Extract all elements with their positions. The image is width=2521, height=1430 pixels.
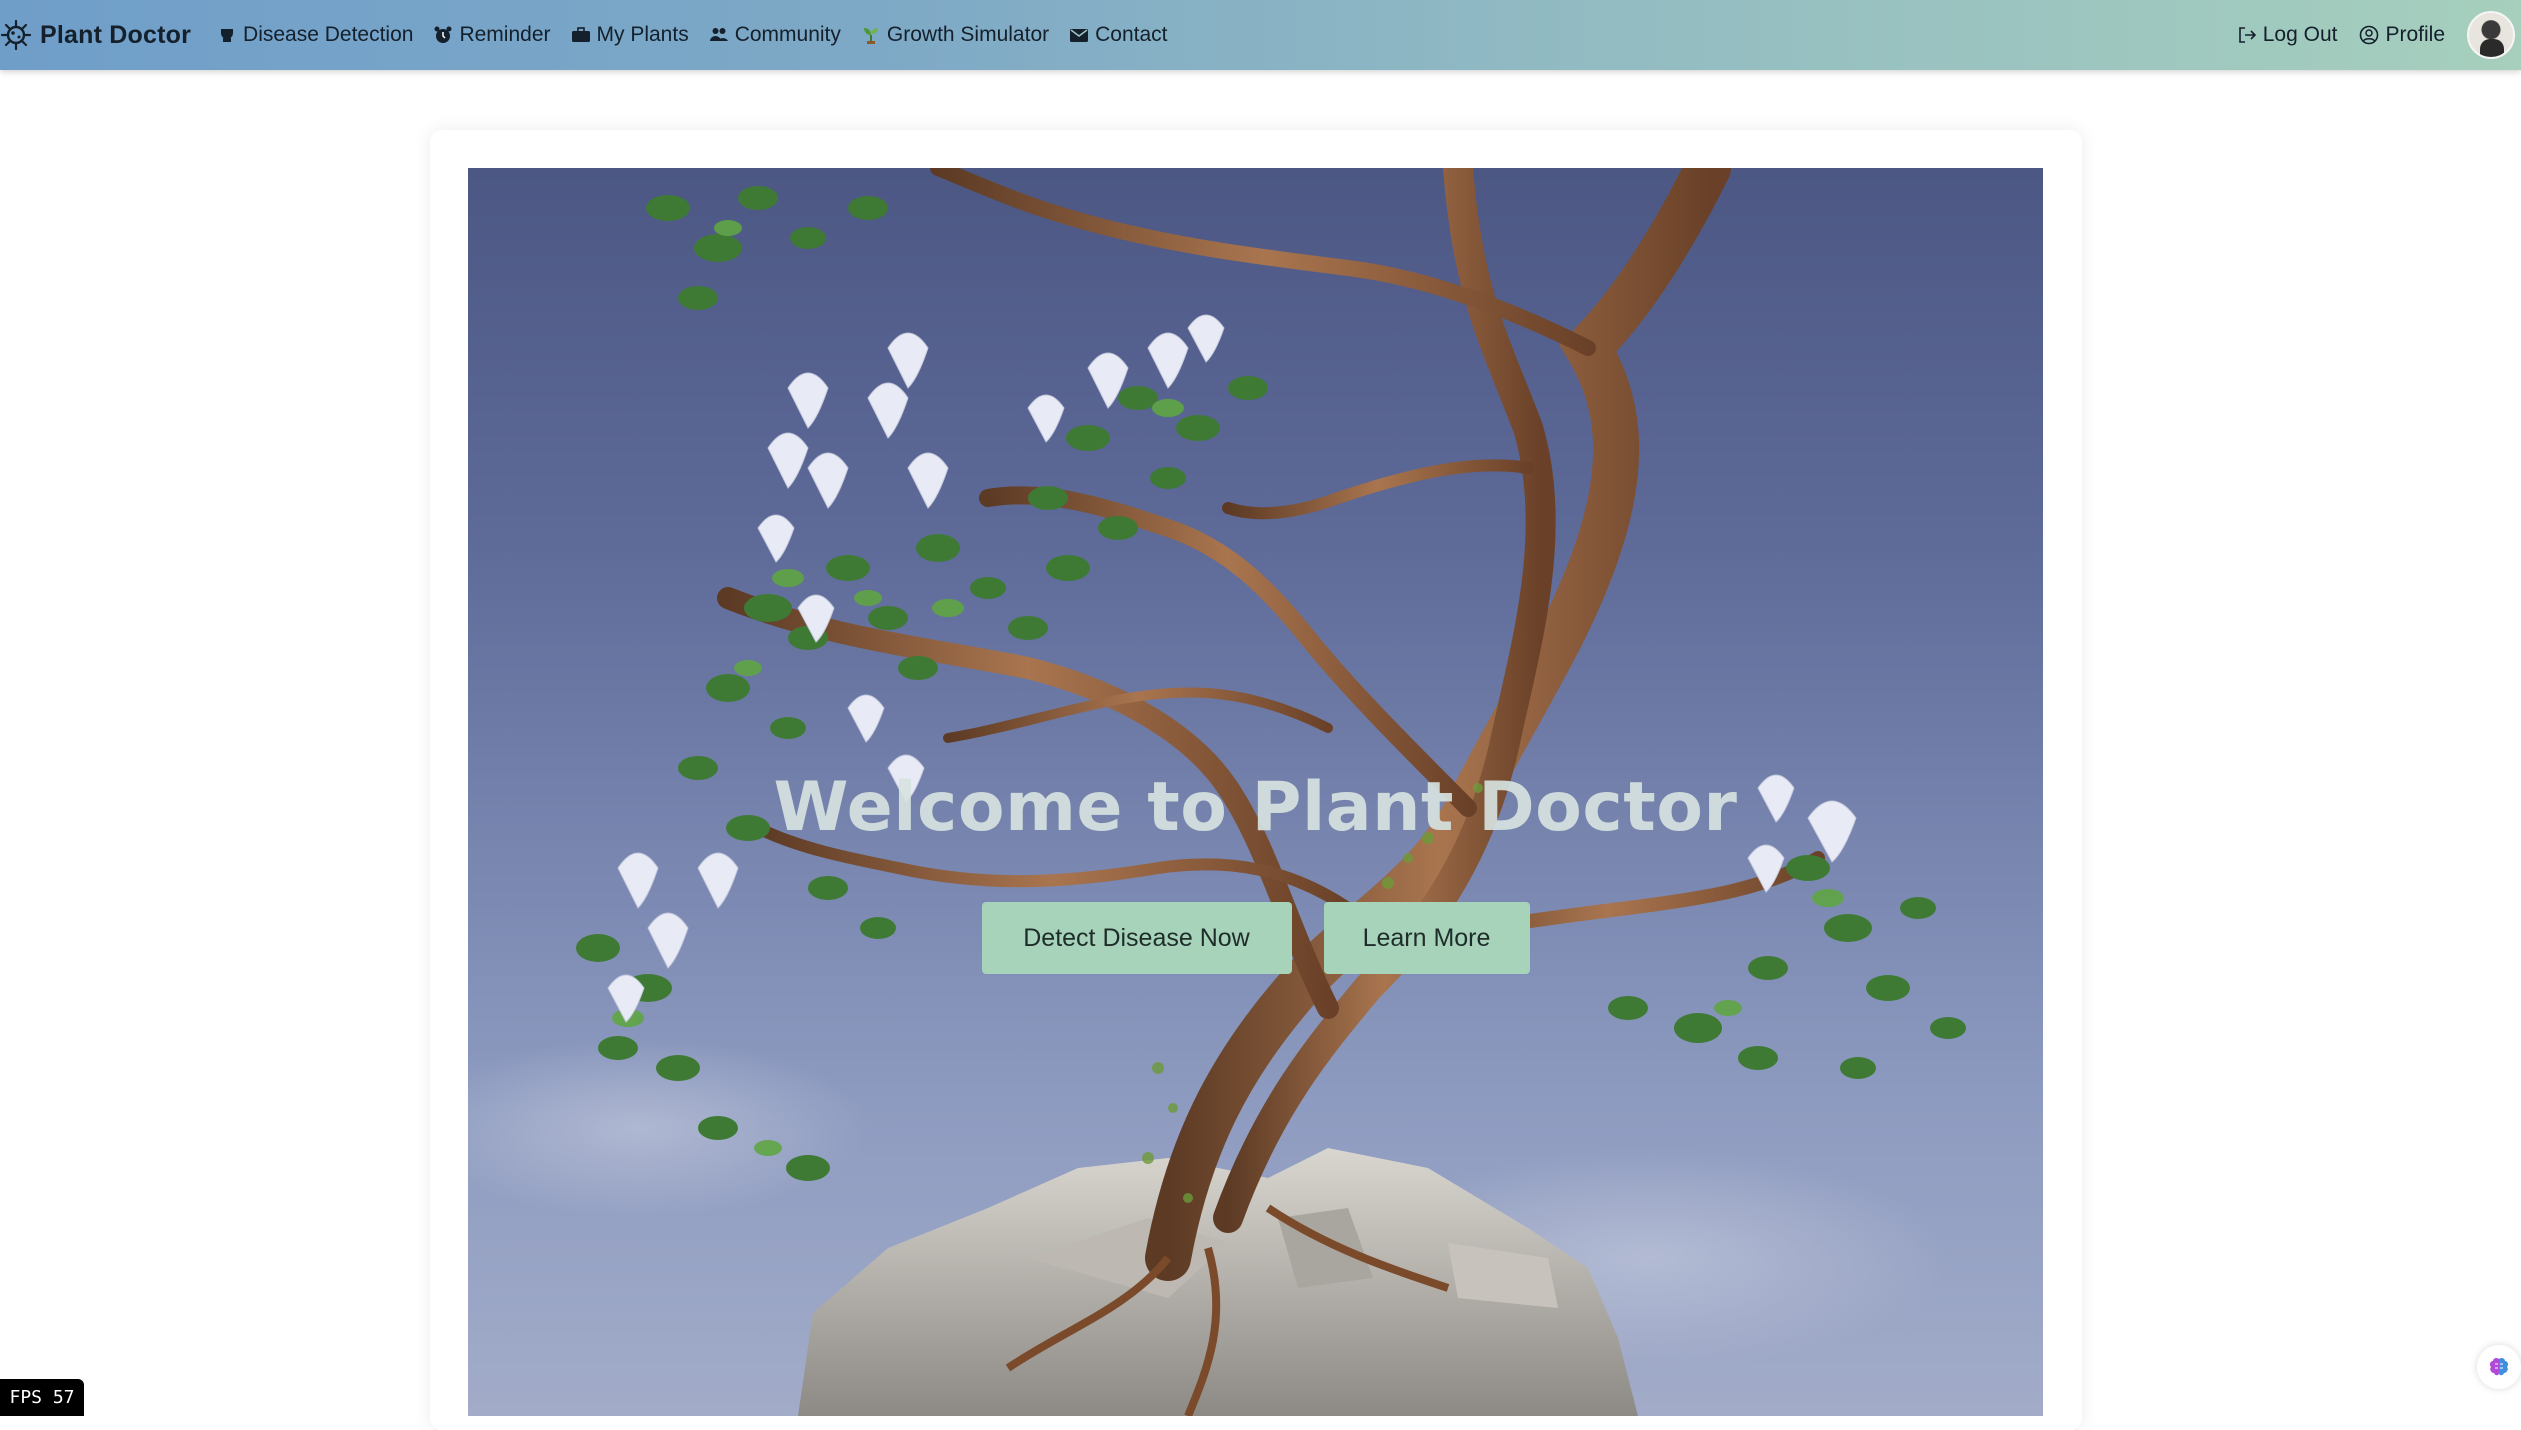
hero-banner: Welcome to Plant Doctor Detect Disease N… bbox=[468, 168, 2043, 1416]
detect-disease-button[interactable]: Detect Disease Now bbox=[981, 902, 1292, 974]
nav-my-plants[interactable]: My Plants bbox=[571, 0, 689, 70]
nav-label: Reminder bbox=[459, 23, 551, 46]
nav-contact[interactable]: Contact bbox=[1069, 0, 1168, 70]
nav-user-area: Log Out Profile bbox=[2237, 0, 2521, 70]
nav-links: Disease Detection Reminder My Plants Com… bbox=[221, 0, 1187, 70]
nav-community[interactable]: Community bbox=[709, 0, 841, 70]
envelope-icon bbox=[1070, 29, 1089, 42]
profile-label: Profile bbox=[2385, 23, 2445, 46]
brand-link[interactable]: Plant Doctor bbox=[0, 0, 191, 70]
fps-counter: FPS 57 bbox=[0, 1379, 84, 1416]
nav-label: Disease Detection bbox=[243, 23, 414, 46]
briefcase-icon bbox=[571, 27, 590, 42]
logout-link[interactable]: Log Out bbox=[2237, 0, 2338, 70]
nav-label: Contact bbox=[1095, 23, 1168, 46]
brain-icon bbox=[2489, 1357, 2509, 1376]
hero-actions: Detect Disease Now Learn More bbox=[468, 902, 2043, 974]
nav-reminder[interactable]: Reminder bbox=[433, 0, 551, 70]
logout-icon bbox=[2238, 27, 2256, 43]
nav-disease-detection[interactable]: Disease Detection bbox=[217, 0, 413, 70]
learn-more-button[interactable]: Learn More bbox=[1323, 902, 1530, 974]
nav-label: Community bbox=[734, 23, 841, 46]
avatar[interactable] bbox=[2467, 11, 2515, 59]
profile-link[interactable]: Profile bbox=[2359, 0, 2445, 70]
users-icon bbox=[709, 28, 728, 41]
seedling-icon bbox=[863, 28, 878, 44]
top-navbar: Plant Doctor Disease Detection Reminder … bbox=[0, 0, 2521, 70]
nav-label: My Plants bbox=[596, 23, 689, 46]
assistant-button[interactable] bbox=[2477, 1345, 2521, 1389]
user-circle-icon bbox=[2360, 25, 2379, 45]
nav-label: Growth Simulator bbox=[886, 23, 1050, 46]
alarm-clock-icon bbox=[434, 26, 452, 43]
virus-icon bbox=[221, 29, 234, 42]
hero-title: Welcome to Plant Doctor bbox=[773, 768, 1738, 847]
virus-logo-icon bbox=[0, 19, 32, 51]
nav-growth-simulator[interactable]: Growth Simulator bbox=[861, 0, 1049, 70]
brand-name: Plant Doctor bbox=[40, 20, 192, 49]
logout-label: Log Out bbox=[2262, 23, 2338, 46]
